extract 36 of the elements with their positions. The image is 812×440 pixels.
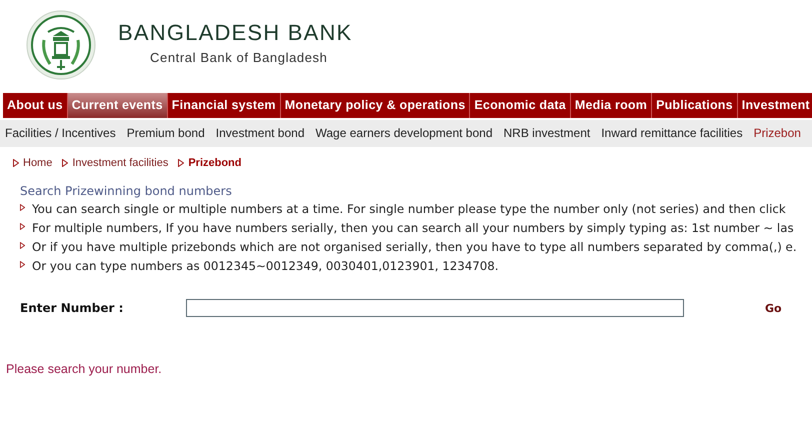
instruction-text: Or you can type numbers as 0012345~0012349, 0030401,0123901, 1234708.	[32, 258, 498, 275]
nav-tab[interactable]: Investment	[738, 93, 812, 118]
bullet-icon	[178, 159, 184, 167]
sub-nav-link[interactable]: Investment bond	[216, 120, 304, 147]
section-title: Search Prizewinning bond numbers	[20, 183, 233, 200]
instruction-text: For multiple numbers, If you have numbers serially, then you can search all your numbers by simply typing as: 1st number ~ las	[32, 220, 794, 237]
nav-tab[interactable]: Economic data	[470, 93, 571, 118]
bank-tagline: Central Bank of Bangladesh	[150, 50, 328, 64]
number-input[interactable]	[186, 299, 684, 317]
sub-nav-link[interactable]: Premium bond	[126, 120, 205, 147]
bullet-icon	[62, 159, 68, 167]
bullet-icon	[20, 242, 25, 248]
breadcrumb-link[interactable]: Home	[23, 157, 52, 169]
breadcrumb-link[interactable]: Investment facilities	[72, 157, 168, 169]
nav-tab[interactable]: Financial system	[168, 93, 281, 118]
instruction-text: You can search single or multiple numbers at a time. For single number please type the number only (not series) and then click	[32, 201, 786, 218]
bullet-icon	[20, 222, 25, 230]
sub-nav-link[interactable]: Wage earners development bond	[316, 120, 492, 147]
go-button[interactable]: Go	[765, 302, 782, 314]
field-label: Enter Number :	[20, 301, 124, 315]
sub-nav-link[interactable]: Inward remittance facilities	[601, 120, 743, 147]
bank-emblem-logo[interactable]	[26, 10, 96, 80]
sub-nav-link[interactable]: Facilities / Incentives	[5, 120, 116, 147]
status-message: Please search your number.	[6, 362, 163, 376]
nav-tab[interactable]: Media room	[570, 93, 652, 118]
bullet-icon	[13, 159, 19, 167]
instruction-text: Or if you have multiple prizebonds which are not organised serially, then you have to type all numbers separated by comma(,) e.	[32, 239, 797, 256]
bank-name: BANGLADESH BANK	[118, 20, 352, 46]
breadcrumb-link[interactable]: Prizebond	[188, 157, 242, 169]
nav-tab[interactable]: Publications	[652, 93, 738, 118]
nav-tab[interactable]: Monetary policy & operations	[280, 93, 470, 118]
sub-nav-link[interactable]: NRB investment	[504, 120, 590, 147]
nav-tab[interactable]: Current events	[68, 93, 168, 118]
sub-nav-link[interactable]: Prizebon	[754, 120, 801, 147]
bullet-icon	[20, 260, 25, 268]
bullet-icon	[20, 204, 25, 210]
